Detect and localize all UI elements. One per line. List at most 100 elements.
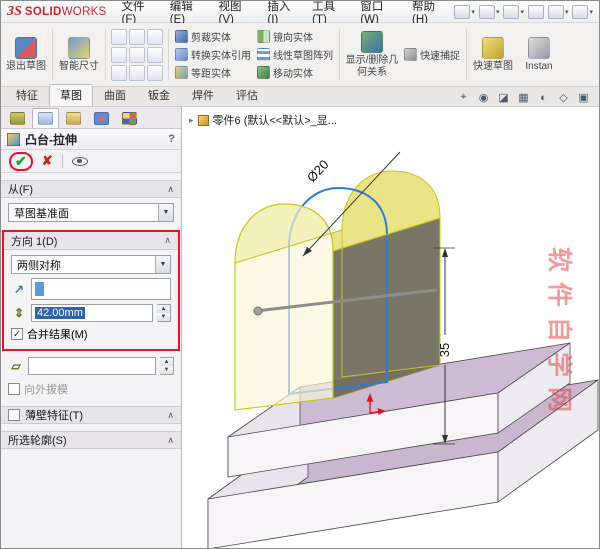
direction1-group-label: 方向 1(D) xyxy=(11,235,58,248)
height-dimension-text[interactable]: 35 xyxy=(437,343,452,357)
rebuild-icon[interactable] xyxy=(547,4,564,19)
cancel-button[interactable]: ✘ xyxy=(42,153,53,169)
collapse-arrow-icon[interactable]: ∧ xyxy=(164,235,171,246)
sketch-entity-icon[interactable] xyxy=(111,28,127,45)
sketch-entity-icon[interactable] xyxy=(111,46,127,63)
tab-surfaces[interactable]: 曲面 xyxy=(93,84,137,106)
scene-icon[interactable]: ◇ xyxy=(556,91,571,104)
section-view-icon[interactable]: ◪ xyxy=(496,91,511,104)
measure-icon[interactable]: ⌖ xyxy=(456,91,471,104)
view-orientation-icon[interactable]: ▣ xyxy=(576,91,591,104)
configuration-manager-tab[interactable] xyxy=(60,108,87,128)
collapse-arrow-icon[interactable]: ∧ xyxy=(167,410,174,421)
options-caret-icon[interactable]: ▾ xyxy=(589,8,593,16)
print-icon[interactable] xyxy=(527,4,544,19)
feature-title: 凸台-拉伸 xyxy=(25,132,77,147)
rapid-sketch-button[interactable]: 快速草图 xyxy=(470,25,516,84)
spinner-down-icon[interactable]: ▼ xyxy=(157,313,170,321)
from-group-header[interactable]: 从(F) ∧ xyxy=(1,180,181,198)
configurations-icon xyxy=(66,112,81,125)
offset-entities-icon xyxy=(175,66,188,79)
spinner-up-icon[interactable]: ▲ xyxy=(157,305,170,313)
selected-contours-label: 所选轮廓(S) xyxy=(8,435,67,447)
linear-pattern-icon xyxy=(257,48,270,61)
linear-pattern-button[interactable]: 线性草图阵列 xyxy=(254,46,336,63)
smart-dimension-icon xyxy=(68,36,90,59)
depth-row: ⇕ 42.00mm ▲ ▼ xyxy=(11,304,171,322)
mirror-entities-button[interactable]: 镜向实体 xyxy=(254,28,336,45)
new-document-icon[interactable] xyxy=(454,4,471,19)
appearance-icon[interactable]: ◐ xyxy=(536,92,551,104)
sketch-entity-icon[interactable] xyxy=(129,64,145,81)
sketch-entity-icon[interactable] xyxy=(147,46,163,63)
draft-outward-checkbox[interactable] xyxy=(8,383,20,395)
trim-entities-button[interactable]: 剪裁实体 xyxy=(172,28,254,45)
options-icon[interactable] xyxy=(572,4,589,19)
sketch-entity-icon[interactable] xyxy=(147,64,163,81)
open-document-icon[interactable] xyxy=(478,4,495,19)
sketch-entity-icon[interactable] xyxy=(129,28,145,45)
feature-manager-tab[interactable] xyxy=(4,108,31,128)
depth-input[interactable]: 42.00mm xyxy=(31,304,153,322)
thin-feature-group-header[interactable]: 薄壁特征(T) ∧ xyxy=(1,406,181,424)
instant2d-button[interactable]: Instan xyxy=(516,25,562,84)
smart-dimension-button[interactable]: 智能尺寸 xyxy=(56,25,102,84)
thin-feature-checkbox[interactable] xyxy=(8,409,20,421)
rebuild-caret-icon[interactable]: ▾ xyxy=(565,8,569,16)
display-style-icon[interactable]: ▦ xyxy=(516,91,531,104)
sketch-entity-icon[interactable] xyxy=(111,64,127,81)
sketch-entities-group xyxy=(111,25,163,84)
open-caret-icon[interactable]: ▾ xyxy=(496,8,500,16)
ds-logo-icon: ЗS xyxy=(7,3,22,19)
diameter-dimension-text[interactable]: Ø20 xyxy=(304,157,332,185)
ok-button[interactable]: ✔ xyxy=(9,151,33,171)
from-combobox[interactable]: 草图基准面 ▼ xyxy=(8,203,174,222)
tab-sketch[interactable]: 草图 xyxy=(49,84,93,106)
dimxpert-manager-tab[interactable] xyxy=(88,108,115,128)
display-manager-tab[interactable] xyxy=(116,108,143,128)
depth-spinner[interactable]: ▲ ▼ xyxy=(157,304,171,322)
trim-entities-label: 剪裁实体 xyxy=(191,33,231,44)
model-viewport[interactable]: Ø20 35 xyxy=(182,107,599,548)
tab-evaluate[interactable]: 评估 xyxy=(225,84,269,106)
save-caret-icon[interactable]: ▾ xyxy=(520,8,524,16)
direction1-group-header[interactable]: 方向 1(D) ∧ xyxy=(4,232,178,250)
merge-result-label: 合并结果(M) xyxy=(27,329,88,341)
draft-input[interactable] xyxy=(28,357,156,375)
convert-entities-button[interactable]: 转换实体引用 xyxy=(172,46,254,63)
draft-spinner[interactable]: ▲ ▼ xyxy=(160,357,174,375)
tab-sheet-metal[interactable]: 钣金 xyxy=(137,84,181,106)
actions-divider xyxy=(61,154,63,168)
offset-entities-button[interactable]: 等距实体 xyxy=(172,64,254,81)
property-manager-tab[interactable] xyxy=(32,108,59,128)
display-relations-button[interactable]: 显示/删除几何关系 xyxy=(343,25,401,84)
sketch-entity-icon[interactable] xyxy=(129,46,145,63)
hide-show-icon[interactable]: ◉ xyxy=(476,91,491,104)
quick-snaps-button[interactable]: 快速捕捉 xyxy=(401,46,463,63)
collapse-arrow-icon[interactable]: ∧ xyxy=(167,435,174,446)
move-entities-button[interactable]: 移动实体 xyxy=(254,64,336,81)
tab-features[interactable]: 特征 xyxy=(5,84,49,106)
tab-weldments[interactable]: 焊件 xyxy=(181,84,225,106)
end-condition-combobox[interactable]: 两侧对称 ▼ xyxy=(11,255,171,274)
direction-reference-box[interactable] xyxy=(31,278,171,300)
boss-extrude-preview[interactable] xyxy=(234,170,441,411)
mirror-entities-label: 镜向实体 xyxy=(273,33,313,44)
tree-expand-icon[interactable]: ▸ xyxy=(189,115,194,126)
collapse-arrow-icon[interactable]: ∧ xyxy=(167,184,174,195)
rapid-sketch-icon xyxy=(482,36,504,59)
save-icon[interactable] xyxy=(503,4,520,19)
combo-dropdown-button[interactable]: ▼ xyxy=(155,256,170,273)
graphics-area[interactable]: ▸ 零件6 (默认<<默认>_显... Ø20 35 软件自学网 xyxy=(182,107,599,548)
new-caret-icon[interactable]: ▾ xyxy=(471,8,475,16)
preview-eye-icon[interactable] xyxy=(71,156,88,166)
selected-contours-group-header[interactable]: 所选轮廓(S) ∧ xyxy=(1,431,181,449)
feature-tree-header[interactable]: ▸ 零件6 (默认<<默认>_显... xyxy=(189,112,337,128)
combo-dropdown-button[interactable]: ▼ xyxy=(158,204,173,221)
exit-sketch-button[interactable]: 退出草图 xyxy=(3,25,49,84)
merge-result-checkbox[interactable]: ✓ xyxy=(11,328,23,340)
spinner-up-icon[interactable]: ▲ xyxy=(160,358,173,366)
sketch-entity-icon[interactable] xyxy=(147,28,163,45)
spinner-down-icon[interactable]: ▼ xyxy=(160,366,173,374)
help-icon[interactable]: ? xyxy=(168,133,175,145)
